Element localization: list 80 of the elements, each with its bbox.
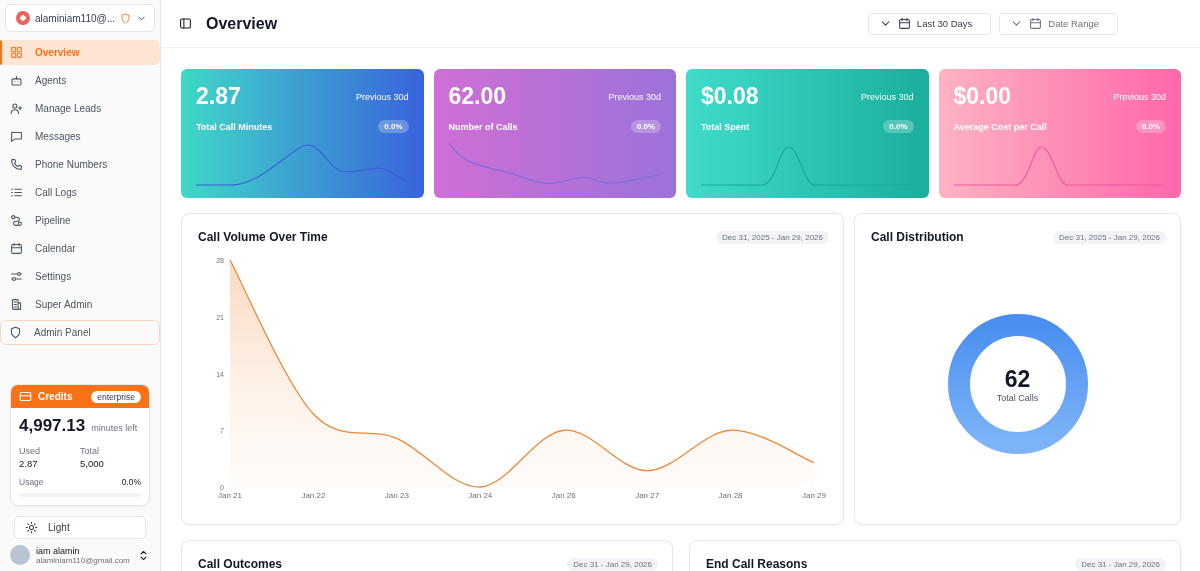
card-title: Call Outcomes xyxy=(198,557,283,571)
theme-button[interactable]: Light xyxy=(14,516,146,539)
phone-icon xyxy=(10,158,23,171)
minutes-unit: minutes left xyxy=(91,423,138,433)
sidebar-toggle-icon xyxy=(179,17,192,30)
stat-value: $0.08 xyxy=(701,83,759,110)
date-filter[interactable]: Last 30 Days xyxy=(867,12,992,35)
sidebar-item[interactable]: Settings xyxy=(0,264,160,289)
sidebar-item[interactable]: Phone Numbers xyxy=(0,152,160,177)
total-label: Total xyxy=(80,446,100,456)
sidebar-item[interactable]: Messages xyxy=(0,124,160,149)
route-icon xyxy=(10,214,23,227)
sidebar-item[interactable]: Agents xyxy=(0,68,160,93)
axis-label: Jan 23 xyxy=(384,491,409,500)
stat-value: 2.87 xyxy=(196,83,241,110)
stat-label: Total Spent xyxy=(701,121,750,132)
calendar-icon xyxy=(1029,17,1043,30)
sidebar-item[interactable]: Super Admin xyxy=(0,292,160,317)
total-label: Total Calls xyxy=(996,392,1039,403)
change-badge: 0.0% xyxy=(883,120,914,133)
minutes-remaining: 4,997.13 xyxy=(19,416,86,436)
shield-icon xyxy=(9,326,22,339)
axis-label: Jan 29 xyxy=(802,491,826,500)
avatar xyxy=(10,545,30,565)
sidebar-item[interactable]: Call Logs xyxy=(0,180,160,205)
plan-badge: enterprise xyxy=(91,390,141,403)
grid-icon xyxy=(10,46,23,59)
change-badge: 0.0% xyxy=(1135,120,1166,133)
sidebar-item[interactable]: Calendar xyxy=(0,236,160,261)
axis-label: Jan 27 xyxy=(635,491,660,500)
date-range-badge: Dec 31 - Jan 29, 2026 xyxy=(567,557,658,571)
sidebar-item[interactable]: Manage Leads xyxy=(0,96,160,121)
usage-value: 0.0% xyxy=(121,477,141,487)
stat-comparison: Previous 30d xyxy=(1113,91,1166,102)
building-icon xyxy=(10,298,23,311)
logo-icon xyxy=(16,11,30,25)
list-icon xyxy=(10,186,23,199)
shield-icon xyxy=(120,12,131,24)
user-email: alaminiam110@gmail.com xyxy=(36,555,131,565)
sidebar-item[interactable]: Admin Panel xyxy=(0,320,160,345)
change-badge: 0.0% xyxy=(630,120,661,133)
date-range-badge: Dec 31 - Jan 29, 2026 xyxy=(1075,557,1166,571)
stat-value: 62.00 xyxy=(448,83,507,110)
used-value: 2.87 xyxy=(19,458,39,469)
axis-label: Jan 21 xyxy=(218,491,242,500)
calendar-icon xyxy=(897,17,911,30)
robot-icon xyxy=(10,74,23,87)
sliders-icon xyxy=(10,270,23,283)
user-name: iam alamin xyxy=(36,545,81,556)
sidebar-item[interactable]: Pipeline xyxy=(0,208,160,233)
axis-label: Jan 28 xyxy=(718,491,743,500)
axis-label: Jan 22 xyxy=(301,491,326,500)
card-icon xyxy=(19,390,32,403)
total-value: 62 xyxy=(1004,365,1031,393)
stat-comparison: Previous 30d xyxy=(355,91,409,102)
calendar-icon xyxy=(10,242,23,255)
stat-value: $0.00 xyxy=(953,83,1012,110)
axis-label: Jan 24 xyxy=(468,491,493,500)
page-title: Overview xyxy=(206,14,279,33)
stat-comparison: Previous 30d xyxy=(608,91,661,102)
sun-icon xyxy=(25,521,38,534)
stat-comparison: Previous 30d xyxy=(860,91,914,102)
change-badge: 0.0% xyxy=(378,120,409,133)
card-title: Call Volume Over Time xyxy=(198,230,328,244)
user-plus-icon xyxy=(10,102,23,115)
axis-label: Jan 26 xyxy=(551,491,576,500)
card-title: End Call Reasons xyxy=(706,557,808,571)
stat-label: Number of Calls xyxy=(448,121,518,132)
usage-label: Usage xyxy=(19,477,44,487)
date-range-badge: Dec 31, 2025 - Jan 29, 2026 xyxy=(1053,230,1166,244)
card-title: Call Distribution xyxy=(871,230,964,244)
date-range-badge: Dec 31, 2025 - Jan 29, 2026 xyxy=(716,230,829,244)
chat-icon xyxy=(10,130,23,143)
account-switcher[interactable]: alaminiam110@... xyxy=(5,4,155,32)
credits-title: Credits xyxy=(38,391,74,402)
stat-label: Average Cost per Call xyxy=(953,121,1047,132)
stat-label: Total Call Minutes xyxy=(196,121,273,132)
used-label: Used xyxy=(19,446,41,456)
date-filter[interactable]: Date Range xyxy=(999,12,1118,35)
total-value: 5,000 xyxy=(80,458,105,469)
